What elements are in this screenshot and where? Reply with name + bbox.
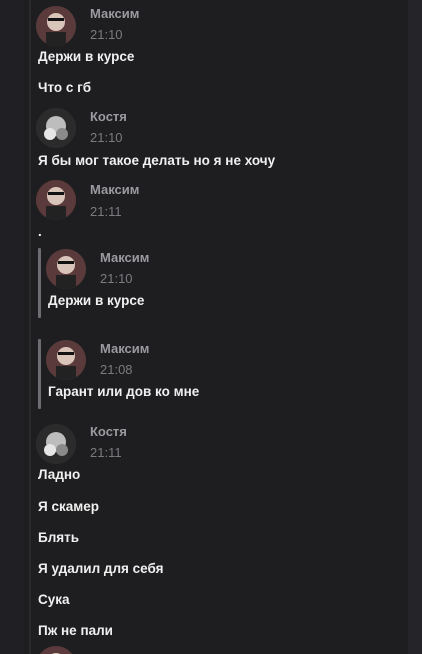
author-name[interactable]: Костя [90,109,127,124]
message-text: Что с гб [38,80,92,95]
message-text: Пж не пали [38,623,113,638]
quote-author[interactable]: Максим [100,250,149,265]
quote-bar [38,339,41,409]
scrollbar[interactable] [408,0,422,654]
message-text: Я бы мог такое делать но я не хочу [38,153,276,168]
avatar-kostya[interactable] [36,108,76,148]
quote-text: Гарант или дов ко мне [48,384,200,399]
message-text: . [38,224,42,239]
quote-time: 21:08 [100,362,133,377]
author-name[interactable]: Максим [90,182,139,197]
message-time: 21:10 [90,130,123,145]
message-time: 21:10 [90,27,123,42]
thread-rail [29,0,31,654]
quote-author[interactable]: Максим [100,341,149,356]
avatar-kostya[interactable] [36,424,76,464]
quote-time: 21:10 [100,271,133,286]
quote-avatar-maxim[interactable] [46,340,86,380]
quote-avatar-maxim[interactable] [46,249,86,289]
avatar-maxim[interactable] [36,6,76,46]
message-text: Держи в курсе [38,49,135,64]
quote-text: Держи в курсе [48,293,145,308]
message-text: Блять [38,530,80,545]
avatar-partial[interactable] [36,646,76,654]
message-time: 21:11 [90,445,122,460]
message-text: Сука [38,592,70,607]
author-name[interactable]: Костя [90,424,127,439]
message-text: Я скамер [38,499,99,514]
chat-frame: Максим 21:10 Держи в курсе Что с гб Кост… [0,0,422,654]
author-name[interactable]: Максим [90,6,139,21]
message-text: Ладно [38,467,81,482]
avatar-maxim[interactable] [36,180,76,220]
message-time: 21:11 [90,204,122,219]
message-text: Я удалил для себя [38,561,164,576]
quote-bar [38,248,41,318]
